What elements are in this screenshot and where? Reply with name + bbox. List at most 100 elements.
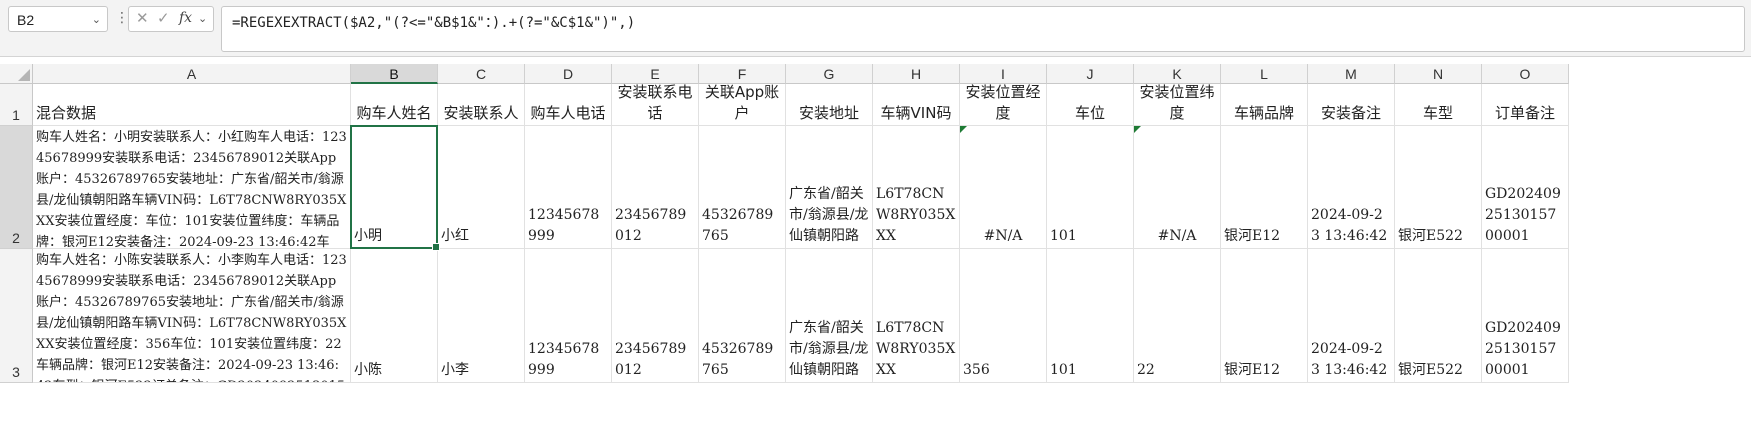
cell-a3[interactable]: 购车人姓名：小陈安装联系人：小李购车人电话：12345678999安装联系电话：… [33,249,351,383]
header-cell-o[interactable]: 订单备注 [1482,84,1569,126]
cell-value: L6T78CNW8RY035XXX [876,320,956,378]
header-cell-f[interactable]: 关联App账户 [699,84,786,126]
header-cell-c[interactable]: 安装联系人 [438,84,525,126]
header-label: 安装联系人 [443,104,519,122]
header-cell-e[interactable]: 安装联系电话 [612,84,699,126]
select-all-corner[interactable] [0,64,33,84]
cell-d3[interactable]: 12345678999 [525,249,612,383]
header-cell-l[interactable]: 车辆品牌 [1221,84,1308,126]
column-header-l[interactable]: L [1221,64,1308,84]
cell-value: 45326789765 [702,207,774,244]
cell-c3[interactable]: 小李 [438,249,525,383]
column-header-m[interactable]: M [1308,64,1395,84]
cell-k3[interactable]: 22 [1134,249,1221,383]
cell-value: 购车人姓名：小明安装联系人：小红购车人电话：12345678999安装联系电话：… [36,130,347,249]
column-header-o[interactable]: O [1482,64,1569,84]
column-header-c[interactable]: C [438,64,525,84]
header-cell-b[interactable]: 购车人姓名 [351,84,438,126]
cell-value: 12345678999 [528,207,600,244]
cell-value: 23456789012 [615,207,687,244]
column-header-g[interactable]: G [786,64,873,84]
name-box[interactable]: B2 ⌄ [8,6,108,32]
header-cell-i[interactable]: 安装位置经度 [960,84,1047,126]
cell-value: 广东省/韶关市/翁源县/龙仙镇朝阳路 [789,186,869,244]
header-label: 车辆VIN码 [880,104,952,122]
cell-value: 购车人姓名：小陈安装联系人：小李购车人电话：12345678999安装联系电话：… [36,253,347,382]
cell-h2[interactable]: L6T78CNW8RY035XXX [873,126,960,249]
header-label: 安装位置经度 [965,84,1041,122]
cell-f3[interactable]: 45326789765 [699,249,786,383]
cell-e3[interactable]: 23456789012 [612,249,699,383]
formula-controls: ✕ ✓ fx ⌄ [128,6,214,32]
insert-function-icon[interactable]: fx [179,10,192,26]
error-indicator-icon[interactable] [1134,126,1141,133]
cell-value: #N/A [1157,228,1197,244]
cell-b3[interactable]: 小陈 [351,249,438,383]
column-header-k[interactable]: K [1134,64,1221,84]
cell-j3[interactable]: 101 [1047,249,1134,383]
header-label: 安装地址 [798,104,859,122]
formula-input[interactable]: =REGEXEXTRACT($A2,"(?<="&B$1&"：).+(?="&C… [221,6,1745,52]
cell-f2[interactable]: 45326789765 [699,126,786,249]
cell-a2[interactable]: 购车人姓名：小明安装联系人：小红购车人电话：12345678999安装联系电话：… [33,126,351,249]
cell-o3[interactable]: GD2024092513015700001 [1482,249,1569,383]
header-cell-h[interactable]: 车辆VIN码 [873,84,960,126]
cell-value: 23456789012 [615,341,687,378]
cell-g3[interactable]: 广东省/韶关市/翁源县/龙仙镇朝阳路 [786,249,873,383]
cell-c2[interactable]: 小红 [438,126,525,249]
column-header-i[interactable]: I [960,64,1047,84]
cell-m3[interactable]: 2024-09-23 13:46:42 [1308,249,1395,383]
cell-l2[interactable]: 银河E12 [1221,126,1308,249]
cell-o2[interactable]: GD2024092513015700001 [1482,126,1569,249]
header-cell-n[interactable]: 车型 [1395,84,1482,126]
cell-value: 22 [1137,362,1155,378]
header-cell-d[interactable]: 购车人电话 [525,84,612,126]
more-vertical-icon[interactable]: ⋮ [115,10,129,26]
header-label: 购车人姓名 [356,104,432,122]
header-cell-a[interactable]: 混合数据 [33,84,351,126]
header-label: 购车人电话 [530,104,606,122]
error-indicator-icon[interactable] [960,126,967,133]
confirm-icon[interactable]: ✓ [157,9,170,27]
row-header-1[interactable]: 1 [0,84,33,126]
cell-value: L6T78CNW8RY035XXX [876,186,956,244]
cell-n2[interactable]: 银河E522 [1395,126,1482,249]
header-cell-j[interactable]: 车位 [1047,84,1134,126]
cell-value: 银河E12 [1224,362,1281,378]
cell-value: 小红 [441,228,469,244]
cell-i2[interactable]: #N/A [960,126,1047,249]
column-header-e[interactable]: E [612,64,699,84]
header-cell-m[interactable]: 安装备注 [1308,84,1395,126]
cell-m2[interactable]: 2024-09-23 13:46:42 [1308,126,1395,249]
header-cell-k[interactable]: 安装位置纬度 [1134,84,1221,126]
cell-n3[interactable]: 银河E522 [1395,249,1482,383]
header-label: 订单备注 [1494,104,1555,122]
row-header-3[interactable]: 3 [0,249,33,383]
cell-value: 356 [963,362,990,378]
cell-value: 101 [1050,362,1077,378]
cell-k2[interactable]: #N/A [1134,126,1221,249]
cell-l3[interactable]: 银河E12 [1221,249,1308,383]
header-cell-g[interactable]: 安装地址 [786,84,873,126]
chevron-down-icon[interactable]: ⌄ [92,7,101,33]
cell-g2[interactable]: 广东省/韶关市/翁源县/龙仙镇朝阳路 [786,126,873,249]
column-header-d[interactable]: D [525,64,612,84]
column-header-a[interactable]: A [33,64,351,84]
chevron-down-icon[interactable]: ⌄ [198,12,207,25]
column-header-f[interactable]: F [699,64,786,84]
cell-e2[interactable]: 23456789012 [612,126,699,249]
cell-h3[interactable]: L6T78CNW8RY035XXX [873,249,960,383]
cell-j2[interactable]: 101 [1047,126,1134,249]
cell-i3[interactable]: 356 [960,249,1047,383]
cell-value: 银河E12 [1224,228,1281,244]
column-header-b[interactable]: B [351,64,438,84]
column-header-h[interactable]: H [873,64,960,84]
cell-value: 小明 [354,228,382,244]
column-header-j[interactable]: J [1047,64,1134,84]
cell-b2[interactable]: 小明 [351,126,438,249]
cell-value: 12345678999 [528,341,600,378]
cell-d2[interactable]: 12345678999 [525,126,612,249]
column-header-n[interactable]: N [1395,64,1482,84]
row-header-2[interactable]: 2 [0,126,33,249]
cancel-icon[interactable]: ✕ [136,9,149,27]
